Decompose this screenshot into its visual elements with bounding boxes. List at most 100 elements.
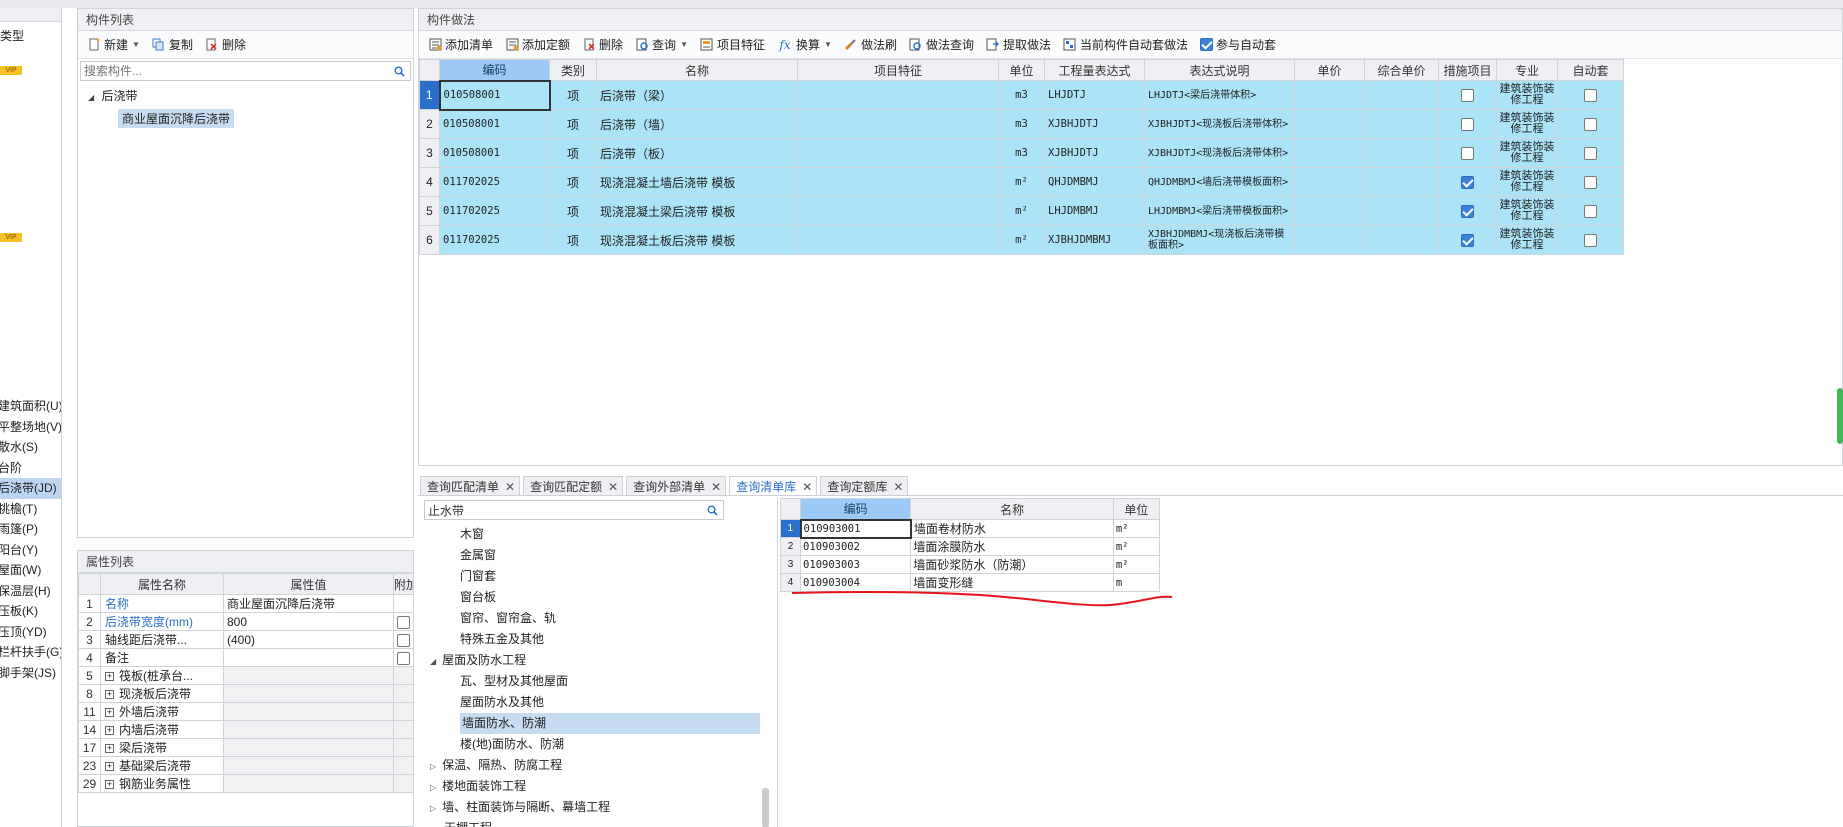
cell-feature[interactable] <box>797 109 999 139</box>
property-value[interactable] <box>223 774 394 793</box>
result-unit[interactable]: m² <box>1112 519 1161 538</box>
cell-expression-desc[interactable]: LHJDMBMJ<梁后浇带模板面积> <box>1144 196 1295 226</box>
query-tree-node[interactable]: 门窗套 <box>420 566 777 587</box>
checkbox-checked-icon[interactable] <box>1461 234 1474 248</box>
checkbox-icon[interactable] <box>1584 176 1597 190</box>
method-row[interactable]: 6 011702025 项现浇混凝土板后浇带 模板 m² XJBHJDMBMJ XJBHJ… <box>419 225 1624 255</box>
query-tree-node[interactable]: ◢ 屋面及防水工程 <box>420 650 777 671</box>
cell-total-price[interactable] <box>1364 225 1439 255</box>
close-icon[interactable]: ✕ <box>608 480 618 494</box>
property-extra[interactable] <box>393 612 413 631</box>
add-quota-button[interactable]: 添加定额 <box>500 34 575 55</box>
checkbox-icon[interactable] <box>1461 147 1474 161</box>
cell-feature[interactable] <box>797 225 999 255</box>
checkbox-icon[interactable] <box>1461 118 1474 132</box>
cell-major[interactable]: 建筑装饰装修工程 <box>1496 138 1558 168</box>
property-value[interactable] <box>223 648 394 667</box>
cell-unit[interactable]: m3 <box>998 138 1045 168</box>
property-extra[interactable] <box>393 630 413 649</box>
method-delete-button[interactable]: 删除 <box>577 34 628 55</box>
expand-plus-icon[interactable]: + <box>105 726 114 736</box>
checkbox-icon[interactable] <box>397 633 410 647</box>
property-row[interactable]: 5 + 筏板(桩承台... <box>78 666 413 685</box>
checkbox-icon[interactable] <box>1461 89 1474 103</box>
cell-major[interactable]: 建筑装饰装修工程 <box>1496 109 1558 139</box>
tree-scrollbar[interactable] <box>762 788 769 827</box>
query-button[interactable]: 查询 ▼ <box>630 34 693 55</box>
result-code[interactable]: 010903002 <box>800 537 912 556</box>
cell-category[interactable]: 项 <box>549 138 597 168</box>
checkbox-icon[interactable] <box>1584 147 1597 161</box>
method-row[interactable]: 4 011702025 项现浇混凝土墙后浇带 模板 m² QHJDMBMJ QHJDMBM… <box>419 167 1624 197</box>
cell-name[interactable]: 后浇带（板） <box>596 138 798 168</box>
cell-unit[interactable]: m² <box>998 167 1045 197</box>
cell-major[interactable]: 建筑装饰装修工程 <box>1496 225 1558 255</box>
nav-item[interactable]: 散水(S) <box>0 437 61 458</box>
tree-toggle-icon[interactable]: ◢ <box>430 657 436 666</box>
cell-price[interactable] <box>1294 167 1365 197</box>
query-tree-node[interactable]: 特殊五金及其他 <box>420 629 777 650</box>
collapse-triangle-icon[interactable]: ◢ <box>88 93 94 102</box>
search-icon[interactable] <box>392 64 406 78</box>
nav-item[interactable]: 屋面(W) <box>0 560 61 581</box>
property-value[interactable] <box>223 720 394 739</box>
close-icon[interactable]: ✕ <box>505 480 515 494</box>
convert-button[interactable]: fx 换算 ▼ <box>772 34 837 55</box>
tree-node-root[interactable]: ◢ 后浇带 <box>78 87 413 105</box>
method-row[interactable]: 5 011702025 项现浇混凝土梁后浇带 模板 m² LHJDMBMJ LHJDMBM… <box>419 196 1624 226</box>
expand-plus-icon[interactable]: + <box>105 780 114 790</box>
nav-item[interactable]: 压板(K) <box>0 601 61 622</box>
property-value[interactable]: 商业屋面沉降后浇带 <box>223 594 394 613</box>
property-row[interactable]: 8 + 现浇板后浇带 <box>78 684 413 703</box>
property-value[interactable] <box>223 738 394 757</box>
tree-toggle-icon[interactable]: ▷ <box>430 783 436 792</box>
cell-name[interactable]: 现浇混凝土梁后浇带 模板 <box>596 196 798 226</box>
cell-category[interactable]: 项 <box>549 196 597 226</box>
method-brush-button[interactable]: 做法刷 <box>839 34 902 55</box>
query-tree-node[interactable]: 木窗 <box>420 524 777 545</box>
cell-code[interactable]: 010508001 <box>438 79 551 111</box>
method-row[interactable]: 3 010508001 项后浇带（板） m3 XJBHJDTJ XJBHJDTJ<现浇板后… <box>419 138 1624 168</box>
cell-measure[interactable] <box>1438 196 1497 226</box>
cell-total-price[interactable] <box>1364 109 1439 139</box>
query-tree-node[interactable]: 瓦、型材及其他屋面 <box>420 671 777 692</box>
cell-price[interactable] <box>1294 196 1365 226</box>
result-unit[interactable]: m² <box>1112 555 1161 574</box>
cell-feature[interactable] <box>797 138 999 168</box>
query-tree-node[interactable]: 楼(地)面防水、防潮 <box>420 734 777 755</box>
cell-expression-desc[interactable]: LHJDTJ<梁后浇带体积> <box>1144 80 1295 110</box>
cell-measure[interactable] <box>1438 109 1497 139</box>
checkbox-icon[interactable] <box>397 651 410 665</box>
expand-plus-icon[interactable]: + <box>105 762 114 772</box>
cell-major[interactable]: 建筑装饰装修工程 <box>1496 80 1558 110</box>
checkbox-checked-icon[interactable] <box>1461 205 1474 219</box>
tree-toggle-icon[interactable]: ▷ <box>430 804 436 813</box>
cell-expression-desc[interactable]: XJBHJDMBMJ<现浇板后浇带模板面积> <box>1144 225 1295 255</box>
result-name[interactable]: 墙面卷材防水 <box>910 519 1114 538</box>
nav-item[interactable]: 保温层(H) <box>0 581 61 602</box>
method-row[interactable]: 2 010508001 项后浇带（墙） m3 XJBHJDTJ XJBHJDTJ<现浇板后… <box>419 109 1624 139</box>
result-row[interactable]: 2 010903002 墙面涂膜防水 m² <box>779 537 1161 556</box>
query-tree-node[interactable]: 金属窗 <box>420 545 777 566</box>
nav-item[interactable]: 台阶 <box>0 458 61 479</box>
copy-button[interactable]: 复制 <box>147 34 198 55</box>
property-value[interactable] <box>223 684 394 703</box>
result-name[interactable]: 墙面砂浆防水（防潮） <box>910 555 1114 574</box>
checkbox-icon[interactable] <box>1584 118 1597 132</box>
property-row[interactable]: 17 + 梁后浇带 <box>78 738 413 757</box>
cell-total-price[interactable] <box>1364 196 1439 226</box>
cell-price[interactable] <box>1294 80 1365 110</box>
property-value[interactable]: (400) <box>223 630 394 649</box>
property-value[interactable]: 800 <box>223 612 394 631</box>
cell-category[interactable]: 项 <box>549 109 597 139</box>
nav-item[interactable]: 后浇带(JD) <box>0 478 61 499</box>
checkbox-icon[interactable] <box>397 615 410 629</box>
nav-item[interactable]: 雨篷(P) <box>0 519 61 540</box>
extract-method-button[interactable]: 提取做法 <box>981 34 1056 55</box>
nav-item[interactable]: 脚手架(JS) <box>0 663 61 684</box>
result-row[interactable]: 3 010903003 墙面砂浆防水（防潮） m² <box>779 555 1161 574</box>
nav-item[interactable]: 阳台(Y) <box>0 540 61 561</box>
cell-category[interactable]: 项 <box>549 225 597 255</box>
cell-name[interactable]: 后浇带（墙） <box>596 109 798 139</box>
checkbox-icon[interactable] <box>1584 89 1597 103</box>
